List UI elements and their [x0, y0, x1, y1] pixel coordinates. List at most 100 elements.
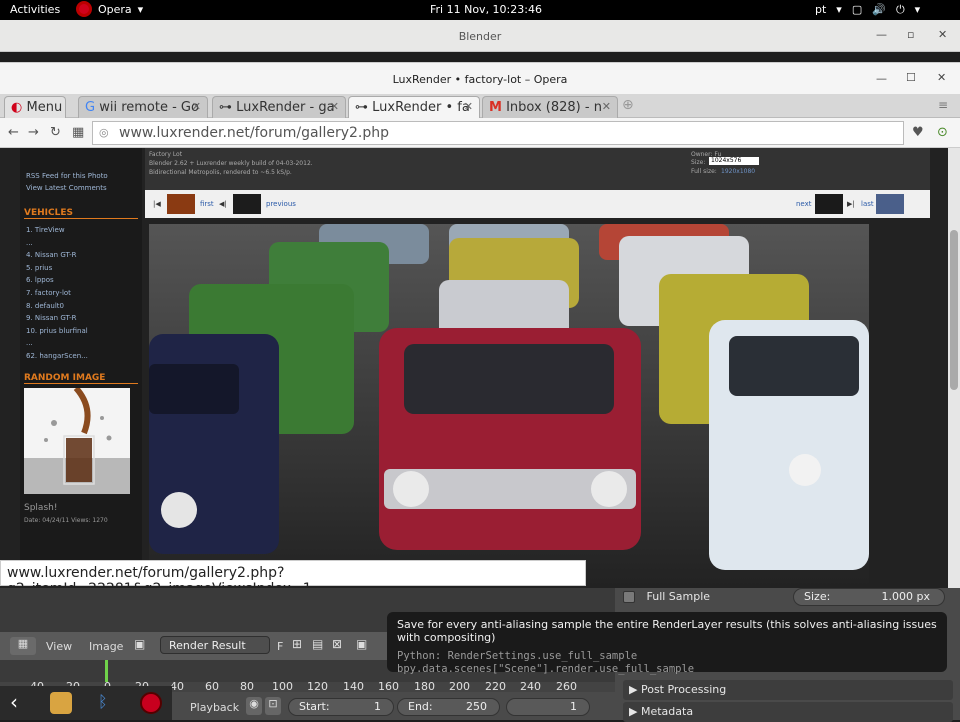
- close-icon[interactable]: ✕: [938, 28, 947, 41]
- next-icon[interactable]: ▶|: [847, 200, 855, 208]
- list-item[interactable]: 4. Nissan GT-R: [26, 249, 148, 262]
- tab-luxrender-gallery[interactable]: ⊶ LuxRender - ga ✕: [212, 96, 346, 118]
- blender-titlebar: Blender — ▫ ✕: [0, 20, 960, 52]
- close-tab-icon[interactable]: ✕: [330, 100, 339, 113]
- tab-inbox[interactable]: M Inbox (828) - n ✕: [482, 96, 618, 118]
- scrollbar-thumb[interactable]: [950, 230, 958, 390]
- list-item[interactable]: 7. factory-lot: [26, 287, 148, 300]
- view-menu[interactable]: View: [46, 640, 72, 653]
- last-link[interactable]: last: [861, 200, 874, 208]
- filter-size-field[interactable]: Size: 1.000 px: [793, 588, 945, 606]
- open-image-icon[interactable]: ▤: [312, 637, 323, 651]
- list-item[interactable]: 9. Nissan GT-R: [26, 312, 148, 325]
- first-link[interactable]: first: [200, 200, 214, 208]
- clipboard-icon[interactable]: [50, 692, 72, 714]
- unlink-image-icon[interactable]: ⊠: [332, 637, 342, 651]
- disclosure-triangle-icon: ▶: [629, 683, 638, 696]
- opera-icon: [76, 1, 92, 17]
- previous-link[interactable]: previous: [266, 200, 296, 208]
- render-slot-icon[interactable]: ▣: [356, 637, 367, 651]
- size-value: 1.000 px: [881, 590, 930, 603]
- current-frame-field[interactable]: 1: [506, 698, 590, 716]
- metadata-panel[interactable]: ▶ Metadata: [623, 702, 953, 722]
- latest-comments-link[interactable]: View Latest Comments: [26, 184, 107, 192]
- minimize-icon[interactable]: —: [876, 28, 887, 41]
- lock-icon[interactable]: ⊡: [265, 697, 281, 715]
- previous-icon[interactable]: ◀|: [219, 200, 227, 208]
- opera-menu-button[interactable]: ◐ Menu: [4, 96, 66, 118]
- playback-menu[interactable]: Playback: [190, 701, 239, 714]
- address-text: www.luxrender.net/forum/gallery2.php: [119, 125, 389, 141]
- minimize-icon[interactable]: —: [876, 72, 887, 85]
- tab-menu-icon[interactable]: ≡: [938, 98, 948, 112]
- list-item[interactable]: 5. prius: [26, 262, 148, 275]
- bookmark-heart-icon[interactable]: ♥: [912, 125, 924, 140]
- size-select[interactable]: 1024x576: [709, 157, 759, 165]
- vehicles-heading: VEHICLES: [24, 208, 73, 218]
- app-menu[interactable]: Opera ▾: [76, 1, 143, 17]
- image-menu[interactable]: Image: [89, 640, 123, 653]
- first-icon[interactable]: |◀: [153, 200, 161, 208]
- start-frame-field[interactable]: Start: 1: [288, 698, 394, 716]
- opera-icon[interactable]: [140, 692, 162, 714]
- system-tray[interactable]: pt ▾ ▢ 🔊 ⏻ ▾: [815, 3, 920, 17]
- end-frame-field[interactable]: End: 250: [397, 698, 500, 716]
- previous-thumbnail[interactable]: [233, 194, 261, 214]
- window-title: Blender: [458, 30, 502, 43]
- full-size-link[interactable]: 1920x1080: [721, 168, 755, 175]
- site-info-icon[interactable]: ◎: [99, 126, 109, 139]
- gallery-photo-factory-lot[interactable]: [149, 224, 869, 588]
- chevron-down-icon: ▾: [137, 2, 144, 16]
- forward-icon[interactable]: →: [28, 125, 39, 140]
- new-image-icon[interactable]: ⊞: [292, 637, 302, 651]
- image-name-field[interactable]: Render Result: [160, 636, 270, 654]
- list-item[interactable]: 8. default0: [26, 300, 148, 313]
- activities-button[interactable]: Activities: [10, 3, 60, 16]
- next-thumbnail[interactable]: [815, 194, 843, 214]
- rss-feed-link[interactable]: RSS Feed for this Photo: [26, 172, 108, 180]
- tab-luxrender-factory[interactable]: ⊶ LuxRender • fa ✕: [348, 96, 480, 118]
- record-icon[interactable]: ◉: [246, 697, 262, 715]
- extension-icon[interactable]: ⊙: [937, 125, 948, 140]
- list-item: ...: [26, 238, 33, 247]
- bluetooth-icon[interactable]: ᛒ: [98, 692, 108, 711]
- list-item: ...: [26, 339, 33, 348]
- image-name-text: Render Result: [169, 639, 246, 652]
- power-icon: ⏻: [895, 3, 905, 16]
- maximize-icon[interactable]: ☐: [906, 71, 916, 84]
- next-link[interactable]: next: [796, 200, 812, 208]
- close-tab-icon[interactable]: ✕: [192, 100, 201, 113]
- editor-type-icon[interactable]: ▦: [10, 637, 36, 655]
- tab-wii-remote[interactable]: G wii remote - Go ✕: [78, 96, 208, 118]
- random-image-thumbnail[interactable]: [24, 385, 130, 494]
- full-sample-checkbox[interactable]: [623, 591, 635, 603]
- image-browse-icon[interactable]: ▣: [134, 637, 145, 651]
- back-icon[interactable]: ←: [8, 125, 19, 140]
- post-processing-panel[interactable]: ▶ Post Processing: [623, 680, 953, 700]
- first-thumbnail[interactable]: [167, 194, 195, 214]
- window-title: LuxRender • factory-lot – Opera: [392, 73, 568, 86]
- photo-description: Bidirectional Metropolis, rendered to ~6…: [149, 169, 292, 176]
- list-item[interactable]: 6. lppos: [26, 274, 148, 287]
- list-item[interactable]: 10. prius blurfinal: [26, 325, 148, 338]
- address-field[interactable]: ◎ www.luxrender.net/forum/gallery2.php: [92, 121, 904, 145]
- close-icon[interactable]: ✕: [937, 71, 946, 84]
- clock[interactable]: Fri 11 Nov, 10:23:46: [430, 3, 542, 16]
- last-thumbnail[interactable]: [876, 194, 904, 214]
- list-item[interactable]: 62. hangarScen...: [26, 350, 148, 363]
- language-indicator[interactable]: pt: [815, 3, 826, 17]
- web-page: RSS Feed for this Photo View Latest Comm…: [0, 148, 948, 588]
- current-frame-marker[interactable]: [105, 660, 108, 682]
- reload-icon[interactable]: ↻: [50, 125, 61, 140]
- full-sample-row[interactable]: Full Sample Size: 1.000 px: [623, 588, 953, 610]
- maximize-icon[interactable]: ▫: [907, 28, 914, 41]
- new-tab-icon[interactable]: ⊕: [622, 97, 634, 113]
- random-image-meta: Date: 04/24/11 Views: 1270: [24, 517, 108, 524]
- close-tab-icon[interactable]: ✕: [602, 100, 611, 113]
- list-item[interactable]: 1. TireView: [26, 224, 148, 237]
- close-tab-icon[interactable]: ✕: [464, 100, 473, 113]
- speed-dial-icon[interactable]: ▦: [72, 125, 84, 140]
- back-chevron-icon[interactable]: ‹: [10, 690, 18, 714]
- link-status-bar: www.luxrender.net/forum/gallery2.php?g2_…: [0, 560, 586, 597]
- fake-user-button[interactable]: F: [277, 640, 283, 653]
